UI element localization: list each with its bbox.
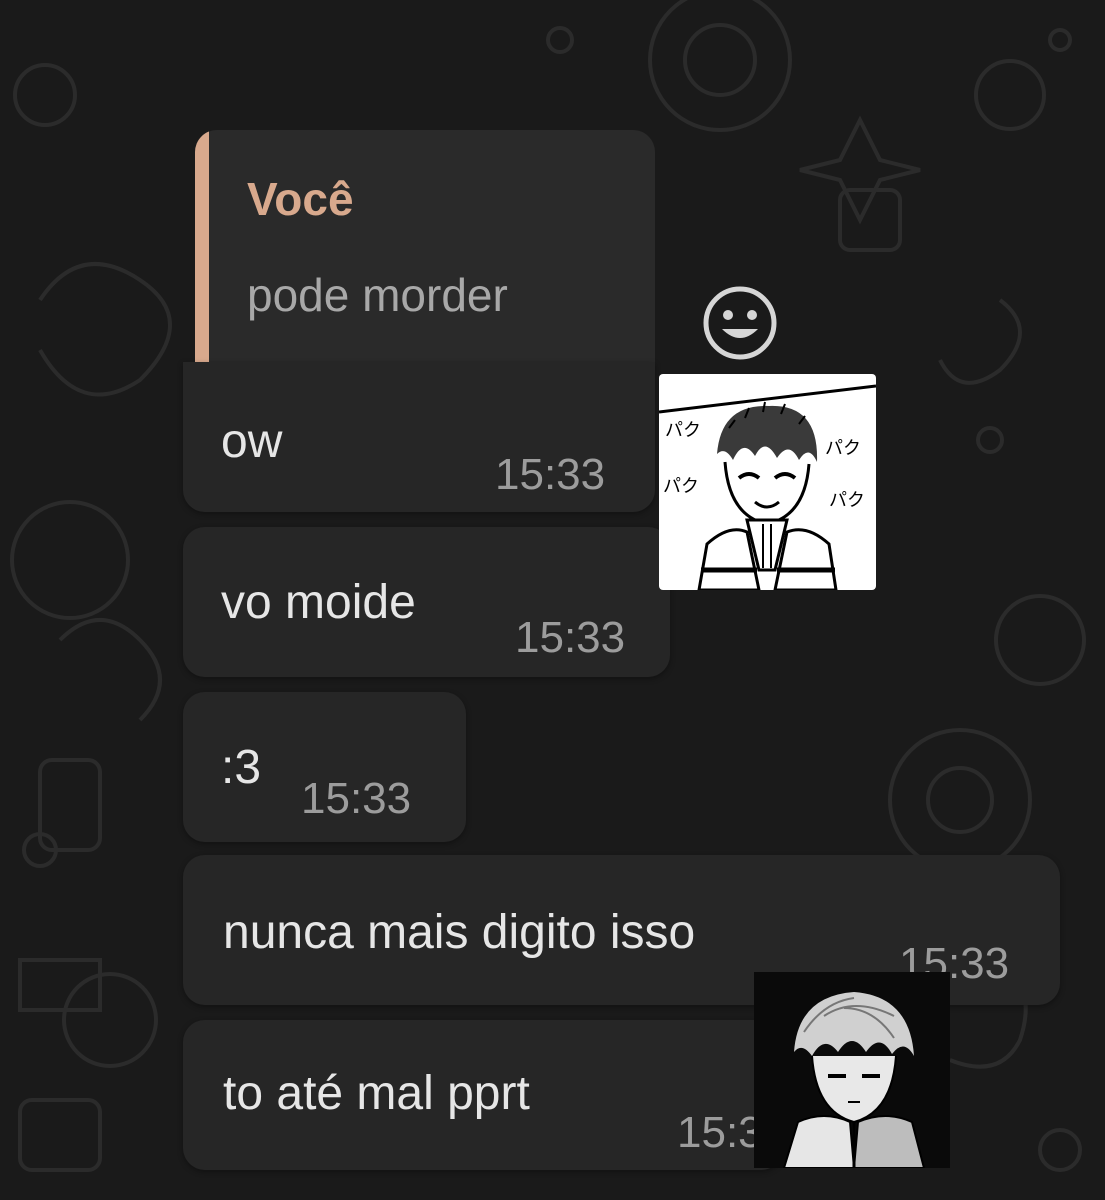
reply-quote[interactable]: Você pode morder: [195, 130, 655, 362]
message-text: vo moide: [221, 576, 416, 629]
message-time: 15:33: [515, 613, 626, 662]
reply-accent-bar: [195, 130, 209, 362]
message-time: 15:33: [301, 774, 412, 823]
message-bubble[interactable]: vo moide 15:33: [183, 527, 670, 677]
message-bubble[interactable]: :3 15:33: [183, 692, 466, 842]
reply-author: Você: [247, 173, 354, 225]
message-text: :3: [221, 741, 262, 794]
message-text: ow: [221, 415, 283, 468]
manga-boy-smiling-sticker[interactable]: パク パク パク パク: [659, 374, 876, 590]
message-text: nunca mais digito isso: [223, 906, 696, 959]
sfx-text: パク: [663, 476, 699, 497]
message-bubble[interactable]: to até mal pprt 15:33: [183, 1020, 787, 1170]
sfx-text: パク: [665, 420, 701, 441]
message-time: 15:33: [495, 450, 606, 499]
reply-text: pode morder: [247, 269, 508, 321]
sfx-text: パク: [829, 490, 865, 511]
smiley-face-icon[interactable]: [702, 285, 778, 361]
sfx-text: パク: [825, 438, 861, 459]
message-bubble[interactable]: ow 15:33: [183, 362, 655, 512]
message-text: to até mal pprt: [223, 1067, 530, 1120]
manga-boy-portrait-sticker[interactable]: [754, 972, 950, 1168]
